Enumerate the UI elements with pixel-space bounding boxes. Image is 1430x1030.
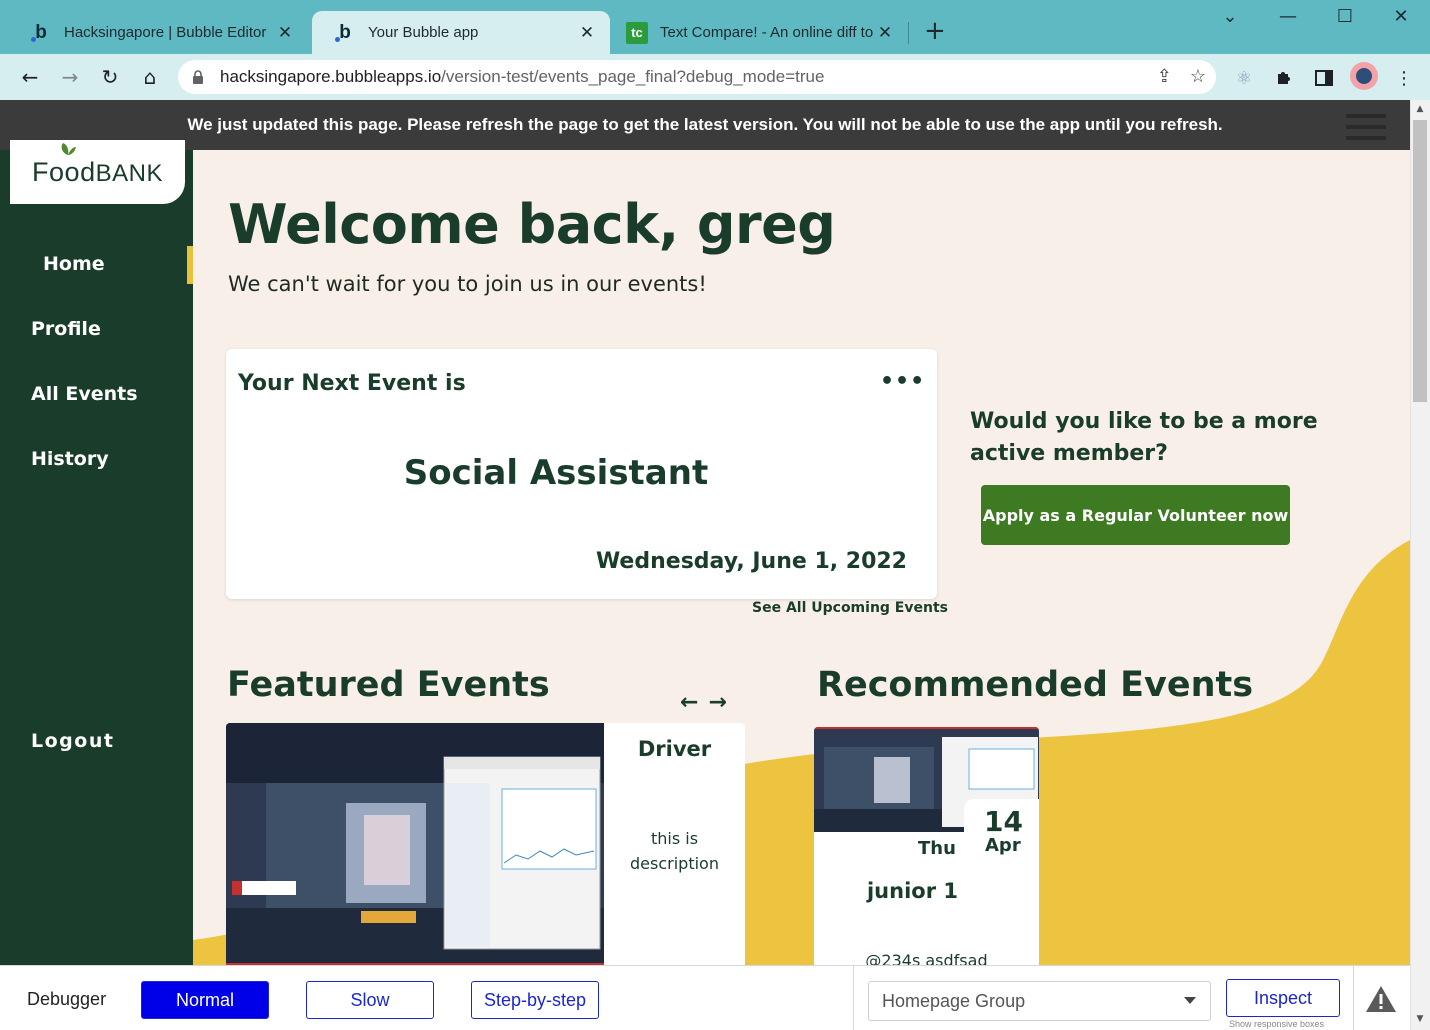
browser-tab-strip: b Hacksingapore | Bubble Editor ✕ b Your… — [0, 0, 1430, 54]
foodbank-logo[interactable]: FoodBANK — [10, 140, 185, 204]
featured-event-description: this is description — [630, 829, 719, 873]
recommended-event-organizer: @234s asdfsad — [865, 951, 988, 965]
next-event-card[interactable]: Your Next Event is ••• Social Assistant … — [226, 349, 937, 599]
maximize-icon[interactable]: ☐ — [1325, 6, 1365, 27]
recommended-events-title: Recommended Events — [817, 665, 1254, 705]
page-title: Welcome back, greg — [228, 193, 836, 256]
home-icon[interactable]: ⌂ — [135, 62, 165, 92]
scrollbar-thumb[interactable] — [1413, 120, 1427, 402]
side-panel-icon[interactable] — [1312, 66, 1336, 90]
event-thumbnail — [226, 723, 604, 965]
arrow-right-icon[interactable]: → — [708, 690, 736, 715]
tab-close-icon[interactable]: ✕ — [274, 23, 296, 43]
share-icon[interactable]: ⇪ — [1157, 66, 1172, 87]
sidebar-item-profile[interactable]: Profile — [31, 318, 101, 340]
responsive-boxes-hint[interactable]: Show responsive boxes — [1229, 1019, 1324, 1029]
forward-icon[interactable]: → — [55, 62, 85, 92]
tab-close-icon[interactable]: ✕ — [576, 23, 598, 43]
more-options-icon[interactable]: ••• — [880, 369, 925, 394]
warning-icon[interactable] — [1364, 984, 1398, 1014]
featured-carousel-controls: ←→ — [680, 690, 737, 715]
scroll-down-icon[interactable]: ▼ — [1413, 1014, 1427, 1024]
bookmark-star-icon[interactable]: ☆ — [1190, 66, 1206, 87]
tab-search-chevron-icon[interactable]: ⌄ — [1210, 6, 1250, 27]
tab-text-compare[interactable]: tc Text Compare! - An online diff to ✕ — [612, 11, 908, 54]
inspect-button[interactable]: Inspect — [1226, 979, 1340, 1017]
nav-active-indicator — [187, 246, 193, 284]
logo-wordmark: FoodBANK — [32, 142, 163, 188]
see-all-upcoming-link[interactable]: See All Upcoming Events — [752, 600, 948, 616]
chevron-down-icon — [1184, 997, 1196, 1004]
page-subtitle: We can't wait for you to join us in our … — [228, 272, 707, 296]
featured-event-card[interactable]: Driver this is description — [226, 723, 745, 965]
bubble-debugger: Debugger Normal Slow Step-by-step Homepa… — [0, 965, 1410, 1030]
debugger-divider — [1353, 966, 1354, 1030]
bubble-icon: b — [30, 22, 52, 44]
refresh-notice: We just updated this page. Please refres… — [0, 100, 1410, 150]
url-host: hacksingapore.bubbleapps.io — [220, 67, 442, 86]
lock-icon — [192, 70, 206, 84]
scroll-up-icon[interactable]: ▲ — [1413, 104, 1427, 114]
apply-volunteer-button[interactable]: Apply as a Regular Volunteer now — [981, 485, 1290, 545]
sidebar-item-logout[interactable]: Logout — [31, 730, 114, 752]
arrow-left-icon[interactable]: ← — [680, 690, 708, 715]
browser-toolbar: ← → ↻ ⌂ hacksingapore.bubbleapps.io/vers… — [0, 54, 1430, 100]
next-event-heading: Your Next Event is — [238, 371, 466, 396]
element-select[interactable]: Homepage Group — [868, 981, 1211, 1021]
element-select-value: Homepage Group — [882, 990, 1026, 1011]
browser-menu-icon[interactable]: ⋮ — [1392, 66, 1416, 90]
next-event-date: Wednesday, June 1, 2022 — [595, 549, 907, 574]
address-bar[interactable]: hacksingapore.bubbleapps.io/version-test… — [178, 60, 1216, 94]
bubble-icon: b — [334, 22, 356, 44]
featured-events-title: Featured Events — [227, 665, 550, 705]
tab-bubble-editor[interactable]: b Hacksingapore | Bubble Editor ✕ — [8, 11, 308, 54]
sidebar-item-history[interactable]: History — [31, 448, 109, 470]
extensions-puzzle-icon[interactable] — [1272, 66, 1296, 90]
minimize-icon[interactable]: — — [1268, 6, 1308, 27]
logo-bank: BANK — [95, 159, 163, 187]
tab-title: Text Compare! - An online diff to — [660, 24, 874, 41]
tab-title: Your Bubble app — [368, 24, 479, 41]
react-devtools-icon[interactable]: ⚛ — [1232, 66, 1256, 90]
event-month: Apr — [985, 835, 1021, 856]
tab-title: Hacksingapore | Bubble Editor — [64, 24, 267, 41]
recommended-event-name: junior 1 — [866, 879, 958, 903]
next-event-name: Social Assistant — [403, 453, 709, 493]
event-weekday: Thu — [918, 838, 956, 859]
back-icon[interactable]: ← — [15, 62, 45, 92]
volunteer-prompt: Would you like to be a more active membe… — [970, 409, 1318, 466]
new-tab-button[interactable]: + — [924, 18, 946, 44]
hamburger-menu-icon[interactable] — [1346, 114, 1386, 147]
sidebar-item-home[interactable]: Home — [43, 253, 105, 275]
leaf-icon — [61, 142, 77, 155]
url-path: /version-test/events_page_final?debug_mo… — [441, 67, 825, 86]
logo-food: Food — [32, 156, 96, 187]
tab-divider — [908, 22, 909, 44]
sidebar-item-all-events[interactable]: All Events — [31, 383, 138, 405]
textcompare-icon: tc — [626, 21, 648, 44]
tab-close-icon[interactable]: ✕ — [874, 23, 896, 43]
profile-avatar[interactable] — [1350, 62, 1378, 90]
debugger-label: Debugger — [27, 989, 107, 1009]
featured-event-name: Driver — [637, 737, 712, 761]
event-day: 14 — [984, 805, 1023, 838]
debugger-divider — [853, 966, 854, 1030]
tab-your-bubble-app[interactable]: b Your Bubble app ✕ — [312, 11, 610, 54]
reload-icon[interactable]: ↻ — [95, 62, 125, 92]
mode-slow-button[interactable]: Slow — [306, 981, 434, 1019]
mode-normal-button[interactable]: Normal — [141, 981, 269, 1019]
close-window-icon[interactable]: ✕ — [1381, 6, 1421, 27]
mode-step-button[interactable]: Step-by-step — [471, 981, 599, 1019]
recommended-event-card[interactable]: 14 Apr Thu junior 1 @234s asdfsad — [814, 727, 1039, 965]
